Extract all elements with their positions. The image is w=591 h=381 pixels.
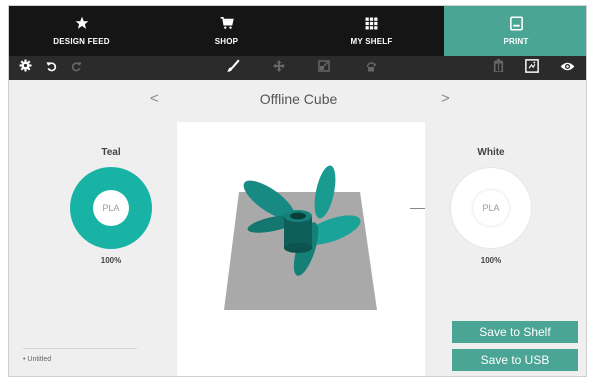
gear-icon	[19, 59, 32, 77]
right-material-percent: 100%	[480, 256, 502, 265]
paint-button[interactable]	[221, 56, 245, 80]
rotate-icon	[365, 59, 377, 77]
redo-icon	[71, 59, 82, 77]
redo-button[interactable]	[64, 56, 88, 80]
tab-label: DESIGN FEED	[53, 37, 110, 46]
right-material-spool[interactable]: PLA	[450, 167, 532, 249]
printer-icon	[444, 15, 586, 31]
trash-icon	[493, 59, 504, 77]
move-button[interactable]	[267, 56, 291, 80]
save-to-shelf-button[interactable]: Save to Shelf	[452, 321, 578, 343]
settings-button[interactable]	[13, 56, 37, 80]
grid-icon	[299, 15, 444, 31]
toolbar	[9, 56, 586, 80]
undo-icon	[45, 59, 57, 77]
move-icon	[273, 59, 285, 77]
save-to-usb-button[interactable]: Save to USB	[452, 349, 578, 371]
left-material-percent: 100%	[100, 256, 122, 265]
tab-label: PRINT	[503, 37, 529, 46]
star-icon	[9, 15, 154, 31]
recent-file-name: Untitled	[27, 356, 52, 363]
bullet-icon: •	[23, 356, 26, 363]
delete-button[interactable]	[486, 56, 510, 80]
app-window: DESIGN FEED SHOP MY SHELF PRINT < Offlin…	[8, 5, 587, 377]
3d-viewport[interactable]	[177, 122, 425, 376]
scale-icon	[318, 59, 330, 77]
file-list-divider	[23, 348, 137, 349]
model-title-bar: < Offline Cube >	[9, 88, 586, 110]
next-model-arrow[interactable]: >	[441, 90, 450, 107]
layout-icon	[525, 58, 539, 78]
tab-design-feed[interactable]: DESIGN FEED	[9, 6, 154, 56]
build-plate-render	[224, 165, 377, 310]
tab-label: MY SHELF	[350, 37, 393, 46]
preview-button[interactable]	[555, 56, 579, 80]
tab-shop[interactable]: SHOP	[154, 6, 299, 56]
model-title: Offline Cube	[259, 91, 338, 107]
material-type-label: PLA	[93, 190, 129, 226]
brush-icon	[226, 59, 240, 78]
cart-icon	[154, 15, 299, 31]
tab-print[interactable]: PRINT	[444, 6, 586, 56]
material-type-label: PLA	[473, 190, 509, 226]
undo-button[interactable]	[39, 56, 63, 80]
eye-icon	[560, 59, 575, 77]
scale-button[interactable]	[312, 56, 336, 80]
layout-button[interactable]	[520, 56, 544, 80]
top-navigation: DESIGN FEED SHOP MY SHELF PRINT	[9, 6, 586, 56]
left-material-spool[interactable]: PLA	[70, 167, 152, 249]
right-material-name: White	[477, 147, 505, 158]
recent-file-item[interactable]: • Untitled	[23, 356, 51, 363]
right-extruder-connector	[410, 208, 425, 209]
tab-label: SHOP	[214, 37, 239, 46]
rotate-button[interactable]	[359, 56, 383, 80]
left-material-name: Teal	[101, 147, 121, 158]
tab-my-shelf[interactable]: MY SHELF	[299, 6, 444, 56]
